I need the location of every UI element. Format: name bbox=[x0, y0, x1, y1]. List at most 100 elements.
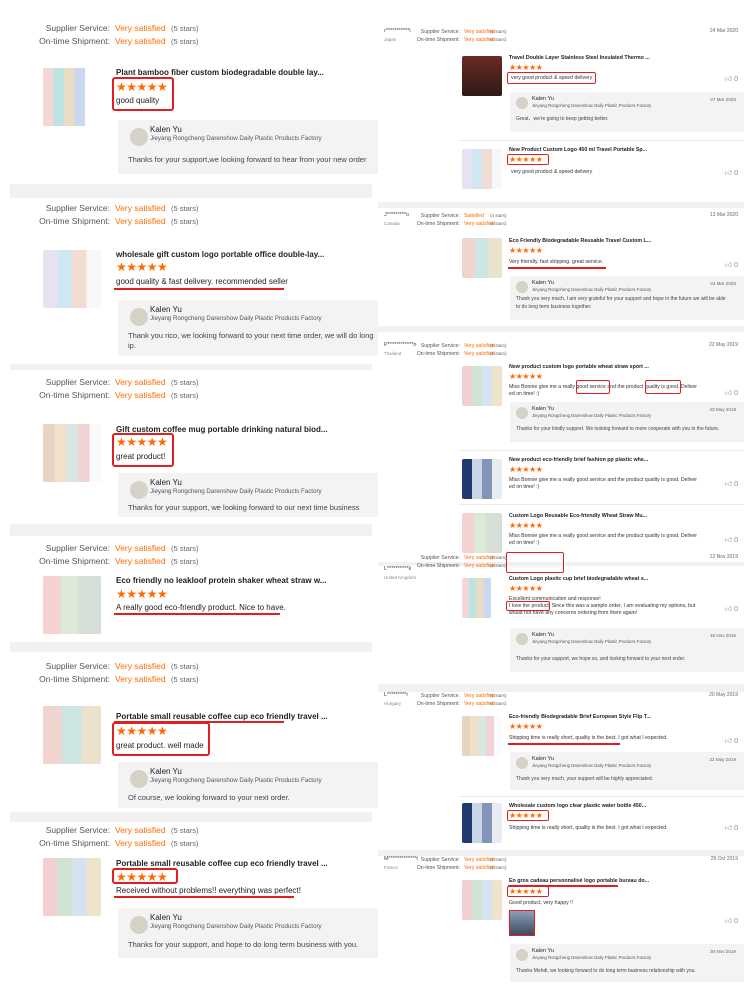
buyer-name: r***********i bbox=[384, 28, 411, 34]
product-thumbnail[interactable] bbox=[462, 366, 502, 406]
shipment-label: On-time Shipment: bbox=[39, 556, 110, 566]
like-count: 0 bbox=[734, 537, 738, 544]
shipment-value: Very satisfied bbox=[464, 221, 495, 227]
rating-summary: Supplier Service:Very satisfied(5 stars)… bbox=[10, 542, 198, 568]
product-title[interactable]: En gros cadeau personnalisé logo portabl… bbox=[509, 878, 649, 884]
product-title[interactable]: New Product Custom Logo 450 ml Travel Po… bbox=[509, 147, 647, 153]
product-title[interactable]: Custom Logo plastic cup brief biodegrada… bbox=[509, 576, 648, 582]
product-title[interactable]: New product eco-friendly brief fashion p… bbox=[509, 457, 648, 463]
product-thumbnail[interactable] bbox=[462, 716, 502, 756]
product-thumbnail[interactable] bbox=[43, 424, 101, 482]
highlight-box bbox=[112, 433, 174, 467]
thumbs-up-icon: 👍︎ bbox=[724, 606, 733, 613]
reply-name: Kalen Yu bbox=[150, 913, 182, 922]
product-thumbnail[interactable] bbox=[462, 880, 502, 920]
product-title[interactable]: Plant bamboo fiber custom biodegradable … bbox=[116, 68, 356, 77]
shipment-label: On-time Shipment: bbox=[39, 216, 110, 226]
buyer-country: Japan bbox=[384, 37, 397, 42]
review-date: 22 May 2019 bbox=[709, 342, 738, 348]
like-counter[interactable]: 👍︎ 0 bbox=[725, 823, 738, 832]
product-title[interactable]: Custom Logo Reusable Eco-friendly Wheat … bbox=[509, 513, 647, 519]
product-title[interactable]: New product custom logo portable wheat s… bbox=[509, 364, 649, 370]
reply-date: 16 Nov 2019 bbox=[709, 633, 736, 638]
review-sub-item: New product eco-friendly brief fashion p… bbox=[458, 450, 744, 504]
supplier-service-label: Supplier Service: bbox=[45, 23, 110, 33]
buyer-country: Canada bbox=[384, 221, 400, 226]
like-count: 0 bbox=[734, 481, 738, 488]
product-thumbnail[interactable] bbox=[462, 459, 502, 499]
product-thumbnail[interactable] bbox=[43, 706, 101, 764]
buyer-country: Hungary bbox=[384, 701, 402, 706]
review-sub-item: Wholesale custom logo clear plastic wate… bbox=[458, 796, 744, 846]
like-counter[interactable]: 👍︎ 0 bbox=[725, 604, 738, 613]
highlight-box bbox=[507, 810, 549, 821]
like-counter[interactable]: 👍︎ 0 bbox=[725, 388, 738, 397]
review-comment: A really good eco-friendly product. Nice… bbox=[116, 603, 286, 612]
reply-company: Jieyang Rongcheng Darenshow Daily Plasti… bbox=[150, 923, 322, 930]
product-thumbnail[interactable] bbox=[462, 56, 502, 96]
shipment-stars: (5 stars) bbox=[490, 563, 507, 568]
buyer-country: Thailand bbox=[384, 351, 402, 356]
supplier-service-label: Supplier Service: bbox=[420, 343, 460, 349]
product-title[interactable]: Portable small reusable coffee cup eco f… bbox=[116, 712, 356, 721]
product-thumbnail[interactable] bbox=[462, 803, 502, 843]
like-count: 0 bbox=[734, 390, 738, 397]
product-thumbnail[interactable] bbox=[43, 250, 101, 308]
product-title[interactable]: wholesale gift custom logo portable offi… bbox=[116, 250, 356, 259]
like-counter[interactable]: 👍︎ 0 bbox=[725, 260, 738, 269]
supplier-service-label: Supplier Service: bbox=[45, 203, 110, 213]
rating-summary: Supplier Service:Very satisfied(5 stars)… bbox=[10, 202, 199, 228]
highlight-box bbox=[507, 886, 549, 897]
review-comment: good quality & fast delivery. recommende… bbox=[116, 277, 288, 286]
review-comment-continued: ed on time! :) bbox=[509, 540, 540, 546]
product-title[interactable]: Portable small reusable coffee cup eco f… bbox=[116, 859, 356, 868]
like-counter[interactable]: 👍︎ 0 bbox=[725, 74, 738, 83]
supplier-service-value: Very satisfied bbox=[464, 693, 495, 699]
product-thumbnail[interactable] bbox=[462, 513, 502, 553]
product-thumbnail[interactable] bbox=[43, 576, 101, 634]
rating-summary: Supplier Service:Very satisfied(5 stars)… bbox=[410, 28, 507, 44]
review-date: 24 Mar 2020 bbox=[709, 28, 738, 34]
avatar bbox=[130, 916, 148, 934]
supplier-service-stars: (5 stars) bbox=[490, 555, 507, 560]
supplier-service-stars: (5 stars) bbox=[490, 343, 507, 348]
like-counter[interactable]: 👍︎ 0 bbox=[725, 916, 738, 925]
shipment-label: On-time Shipment: bbox=[416, 563, 460, 569]
like-count: 0 bbox=[734, 262, 738, 269]
product-thumbnail[interactable] bbox=[462, 238, 502, 278]
shipment-stars: (5 stars) bbox=[171, 217, 199, 226]
product-title[interactable]: Travel Double Layer Stainless Steel Insu… bbox=[509, 55, 650, 61]
supplier-service-value: Very satisfied bbox=[464, 555, 495, 561]
like-counter[interactable]: 👍︎ 0 bbox=[725, 535, 738, 544]
product-thumbnail[interactable] bbox=[43, 68, 101, 126]
reply-date: 27 Mar 2020 bbox=[710, 97, 736, 102]
highlight-box bbox=[506, 601, 550, 611]
review-photo[interactable] bbox=[509, 910, 535, 936]
shipment-label: On-time Shipment: bbox=[416, 865, 460, 871]
product-title[interactable]: Eco friendly no leakloof protein shaker … bbox=[116, 576, 356, 585]
product-thumbnail[interactable] bbox=[462, 149, 502, 189]
shipment-label: On-time Shipment: bbox=[39, 838, 110, 848]
star-icon: ★★★★★ bbox=[116, 260, 168, 274]
review-comment-continued: ed on time! :) bbox=[509, 391, 540, 397]
rating-summary: Supplier Service:Very satisfied(5 stars)… bbox=[410, 554, 507, 570]
like-counter[interactable]: 👍︎ 0 bbox=[725, 479, 738, 488]
like-counter[interactable]: 👍︎ 0 bbox=[725, 736, 738, 745]
product-title[interactable]: Eco-friendly Biodegradable Brief Europea… bbox=[509, 714, 651, 720]
product-title[interactable]: Eco Friendly Biodegradable Reusable Trav… bbox=[509, 238, 651, 244]
seller-reply: Kalen Yu Jieyang Rongcheng Darenshow Dai… bbox=[118, 908, 378, 958]
supplier-service-label: Supplier Service: bbox=[420, 857, 460, 863]
reply-company: Jieyang Rongcheng Darenshow Daily Plasti… bbox=[532, 287, 652, 292]
review-date: 12 Nov 2019 bbox=[709, 554, 738, 560]
product-thumbnail[interactable] bbox=[462, 578, 502, 618]
seller-reply: Kalen Yu Jieyang Rongcheng Darenshow Dai… bbox=[510, 752, 744, 790]
reply-text: Thank you very much, I am very grateful … bbox=[516, 296, 726, 302]
supplier-service-stars: (5 stars) bbox=[490, 857, 507, 862]
like-counter[interactable]: 👍︎ 0 bbox=[725, 168, 738, 177]
review-comment: Good product, very happy !! bbox=[509, 900, 574, 906]
star-icon: ★★★★★ bbox=[509, 246, 543, 255]
like-count: 0 bbox=[734, 738, 738, 745]
product-title[interactable]: Wholesale custom logo clear plastic wate… bbox=[509, 803, 646, 809]
reply-date: 24 Mar 2020 bbox=[710, 281, 736, 286]
product-thumbnail[interactable] bbox=[43, 858, 101, 916]
